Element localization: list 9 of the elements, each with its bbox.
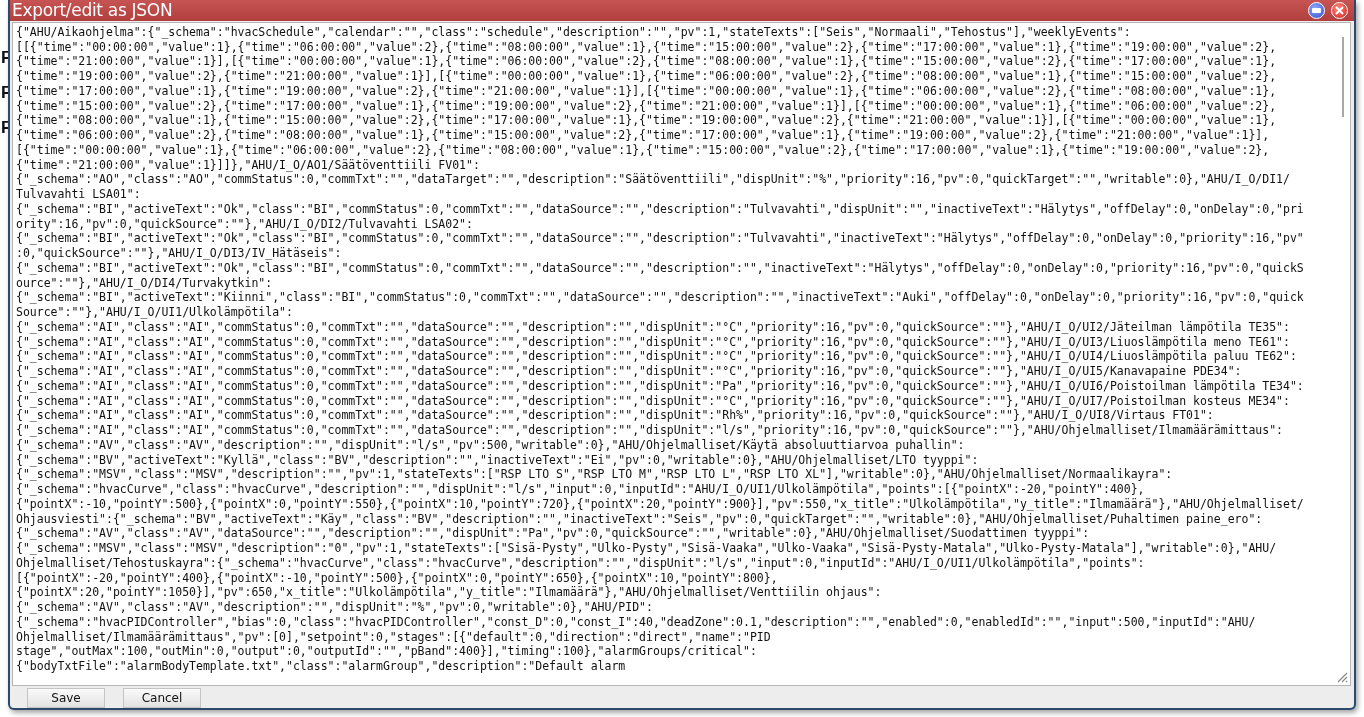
cancel-button[interactable]: Cancel <box>123 688 201 708</box>
close-button[interactable] <box>1331 2 1348 19</box>
json-editor-field[interactable]: {"AHU/Aikaohjelma":{"_schema":"hvacSchedule","calendar":"","class":"schedule","description":"","pv":1,"stateTexts":["Seis","Normaali","Tehostus"],"weeklyEvents": [[{"time":"00:00:00","value":1},{"time":"06:00:00","value":2},{"time":"08:00:00","value":1},{"time":"15:00:00","value":2},{"time":"17:00:00","value":1},{"time":"19:00:00","value":2}, {"time":"21:00:00","value":1}],[{"time":"00:00:00","value":1},{"time":"06:00:00","value":2},{"time":"08:00:00","value":1},{"time":"15:00:00","value":2},{"time":"17:00:00","value":1}, {"time":"19:00:00","value":2},{"time":"21:00:00","value":1}],[{"time":"00:00:00","value":1},{"time":"06:00:00","value":2},{"time":"08:00:00","value":1},{"time":"15:00:00","value":2}, {"time":"17:00:00","value":1},{"time":"19:00:00","value":2},{"time":"21:00:00","value":1}],[{"time":"00:00:00","value":1},{"time":"06:00:00","value":2},{"time":"08:00:00","value":1}, {"time":"15:00:00","value":2},{"time":"17:00:00","value":1},{"time":"19:00:00","value":2},{"time":"21:00:00","value":1}],[{"time":"00:00:00","value":1},{"time":"06:00:00","value":2}, {"time":"08:00:00","value":1},{"time":"15:00:00","value":2},{"time":"17:00:00","value":1},{"time":"19:00:00","value":2},{"time":"21:00:00","value":1}],[{"time":"00:00:00","value":1}, {"time":"06:00:00","value":2},{"time":"08:00:00","value":1},{"time":"15:00:00","value":2},{"time":"17:00:00","value":1},{"time":"19:00:00","value":2},{"time":"21:00:00","value":1}], [{"time":"00:00:00","value":1},{"time":"06:00:00","value":2},{"time":"08:00:00","value":1},{"time":"15:00:00","value":2},{"time":"17:00:00","value":1},{"time":"19:00:00","value":2}, {"time":"21:00:00","value":1}]]},"AHU/I_O/AO1/Säätöventtiili FV01": {"_schema":"AO","class":"AO","commStatus":0,"commTxt":"","dataTarget":"","description":"Säätöventtiili","dispUnit":"%","priority":16,"pv":0,"quickTarget":"","writable":0},"AHU/I_O/DI1/ Tulvavahti LSA01": {"_schema":"BI","activeText":"Ok","class":"BI","commStatus":0,"commTxt":"","dataSource":"","description":"Tulvavahti","dispUnit":"","inactiveText":"Hälytys","offDelay":0,"onDelay":0,"pri ority":16,"pv":0,"quickSource":""},"AHU/I_O/DI2/Tulvavahti LSA02": {"_schema":"BI","activeText":"Ok","class":"BI","commStatus":0,"commTxt":"","dataSource":"","description":"Tulvavahti","inactiveText":"Hälytys","offDelay":0,"onDelay":0,"priority":16,"pv" :0,"quickSource":""},"AHU/I_O/DI3/IV_Hätäseis": {"_schema":"BI","activeText":"Ok","class":"BI","commStatus":0,"commTxt":"","dataSource":"","description":"","inactiveText":"Hälytys","offDelay":0,"onDelay":0,"priority":16,"pv":0,"quickS ource":""},"AHU/I_O/DI4/Turvakytkin": {"_schema":"BI","activeText":"Kiinni","class":"BI","commStatus":0,"commTxt":"","dataSource":"","description":"","inactiveText":"Auki","offDelay":0,"onDelay":0,"priority":16,"pv":0,"quick Source":""},"AHU/I_O/UI1/Ulkolämpötila": {"_schema":"AI","class":"AI","commStatus":0,"commTxt":"","dataSource":"","description":"","dispUnit":"°C","priority":16,"pv":0,"quickSource":""},"AHU/I_O/UI2/Jäteilman lämpötila TE35": {"_schema":"AI","class":"AI","commStatus":0,"commTxt":"","dataSource":"","description":"","dispUnit":"°C","priority":16,"pv":0,"quickSource":""},"AHU/I_O/UI3/Liuoslämpötila meno TE61": {"_schema":"AI","class":"AI","commStatus":0,"commTxt":"","dataSource":"","description":"","dispUnit":"°C","priority":16,"pv":0,"quickSource":""},"AHU/I_O/UI4/Liuoslämpötila paluu TE62": {"_schema":"AI","class":"AI","commStatus":0,"commTxt":"","dataSource":"","description":"","dispUnit":"°C","priority":16,"pv":0,"quickSource":""},"AHU/I_O/UI5/Kanavapaine PDE34": {"_schema":"AI","class":"AI","commStatus":0,"commTxt":"","dataSource":"","description":"","dispUnit":"Pa","priority":16,"pv":0,"quickSource":""},"AHU/I_O/UI6/Poistoilman lämpötila TE34": {"_schema":"AI","class":"AI","commStatus":0,"commTxt":"","dataSource":"","description":"","dispUnit":"°C","priority":16,"pv":0,"quickSource":""},"AHU/I_O/UI7/Poistoilman kosteus ME34": {"_schema":"AI","class":"AI","commStatus":0,"commTxt":"","dataSource":"","description":"","dispUnit":"Rh%","priority":16,"pv":0,"quickSource":""},"AHU/I_O/UI8/Virtaus FT01": {"_schema":"AI","class":"AI","commStatus":0,"commTxt":"","dataSource":"","description":"","dispUnit":"l/s","priority":16,"pv":0,"quickSource":""},"AHU/Ohjelmalliset/Ilmamäärämittaus": {"_schema":"AV","class":"AV","description":"","dispUnit":"l/s","pv":500,"writable":0},"AHU/Ohjelmalliset/Käytä absoluuttiarvoa puhallin": {"_schema":"BV","activeText":"Kyllä","class":"BV","description":"","inactiveText":"Ei","pv":0,"writable":0},"AHU/Ohjelmalliset/LTO tyyppi": {"_schema":"MSV","class":"MSV","description":"","pv":1,"stateTexts":["RSP LTO S","RSP LTO M","RSP LTO L","RSP LTO XL"],"writable":0},"AHU/Ohjelmalliset/Normaalikayra": {"_schema":"hvacCurve","class":"hvacCurve","description":"","dispUnit":"l/s","input":0,"inputId":"AHU/I_O/UI1/Ulkolämpötila","points":[{"pointX":-20,"pointY":400}, {"pointX":-10,"pointY":500},{"pointX":0,"pointY":550},{"pointX":10,"pointY":720},{"pointX":20,"pointY":900}],"pv":550,"x_title":"Ulkolämpötila","y_title":"Ilmamäärä"},"AHU/Ohjelmalliset/ Ohjausviesti":{"_schema":"BV","activeText":"Käy","class":"BV","description":"","inactiveText":"Seis","pv":0,"quickTarget":"","writable":0},"AHU/Ohjelmalliset/Puhaltimen paine_ero": {"_schema":"AV","class":"AV","dataSource":"","description":"","dispUnit":"Pa","pv":0,"quickSource":"","writable":0},"AHU/Ohjelmalliset/Suodattimen tyyppi": {"_schema":"MSV","class":"MSV","description":"0","pv":1,"stateTexts":["Sisä-Pysty","Ulko-Pysty","Sisä-Vaaka","Ulko-Vaaka","Sisä-Pysty-Matala","Ulko-Pysty-Matala"],"writable":0},"AHU/ Ohjelmalliset/Tehostuskayra":{"_schema":"hvacCurve","class":"hvacCurve","description":"","dispUnit":"l/s","input":0,"inputId":"AHU/I_O/UI1/Ulkolämpötila","points": [{"pointX":-20,"pointY":400},{"pointX":-10,"pointY":500},{"pointX":0,"pointY":650},{"pointX":10,"pointY":800}, {"pointX":20,"pointY":1050}],"pv":650,"x_title":"Ulkolämpötila","y_title":"Ilmamäärä"},"AHU/Ohjelmalliset/Venttiilin ohjaus": {"_schema":"AV","class":"AV","description":"","dispUnit":"%","pv":0,"writable":0},"AHU/PID": {"_schema":"hvacPIDController","bias":0,"class":"hvacPIDController","const_D":0,"const_I":40,"deadZone":0.1,"description":"","enabled":0,"enabledId":"","input":500,"inputId":"AHU/ Ohjelmalliset/Ilmamäärämittaus","pv":[0],"setpoint":0,"stages":[{"default":0,"direction":"direct","name":"PID stage","outMax":100,"outMin":0,"output":0,"outputId":"","pBand":400}],"timing":100},"alarmGroups/critical": {"bodyTxtFile":"alarmBodyTemplate.txt","class":"alarmGroup","description":"Default alarm <box>12 21 1351 686</box>
minus-icon <box>1312 8 1321 13</box>
resize-grip-icon[interactable] <box>1336 671 1348 683</box>
minimize-button[interactable] <box>1308 2 1325 19</box>
close-icon <box>1335 6 1344 15</box>
save-button[interactable]: Save <box>27 688 105 708</box>
dialog-title: Export/edit as JSON <box>12 0 174 21</box>
